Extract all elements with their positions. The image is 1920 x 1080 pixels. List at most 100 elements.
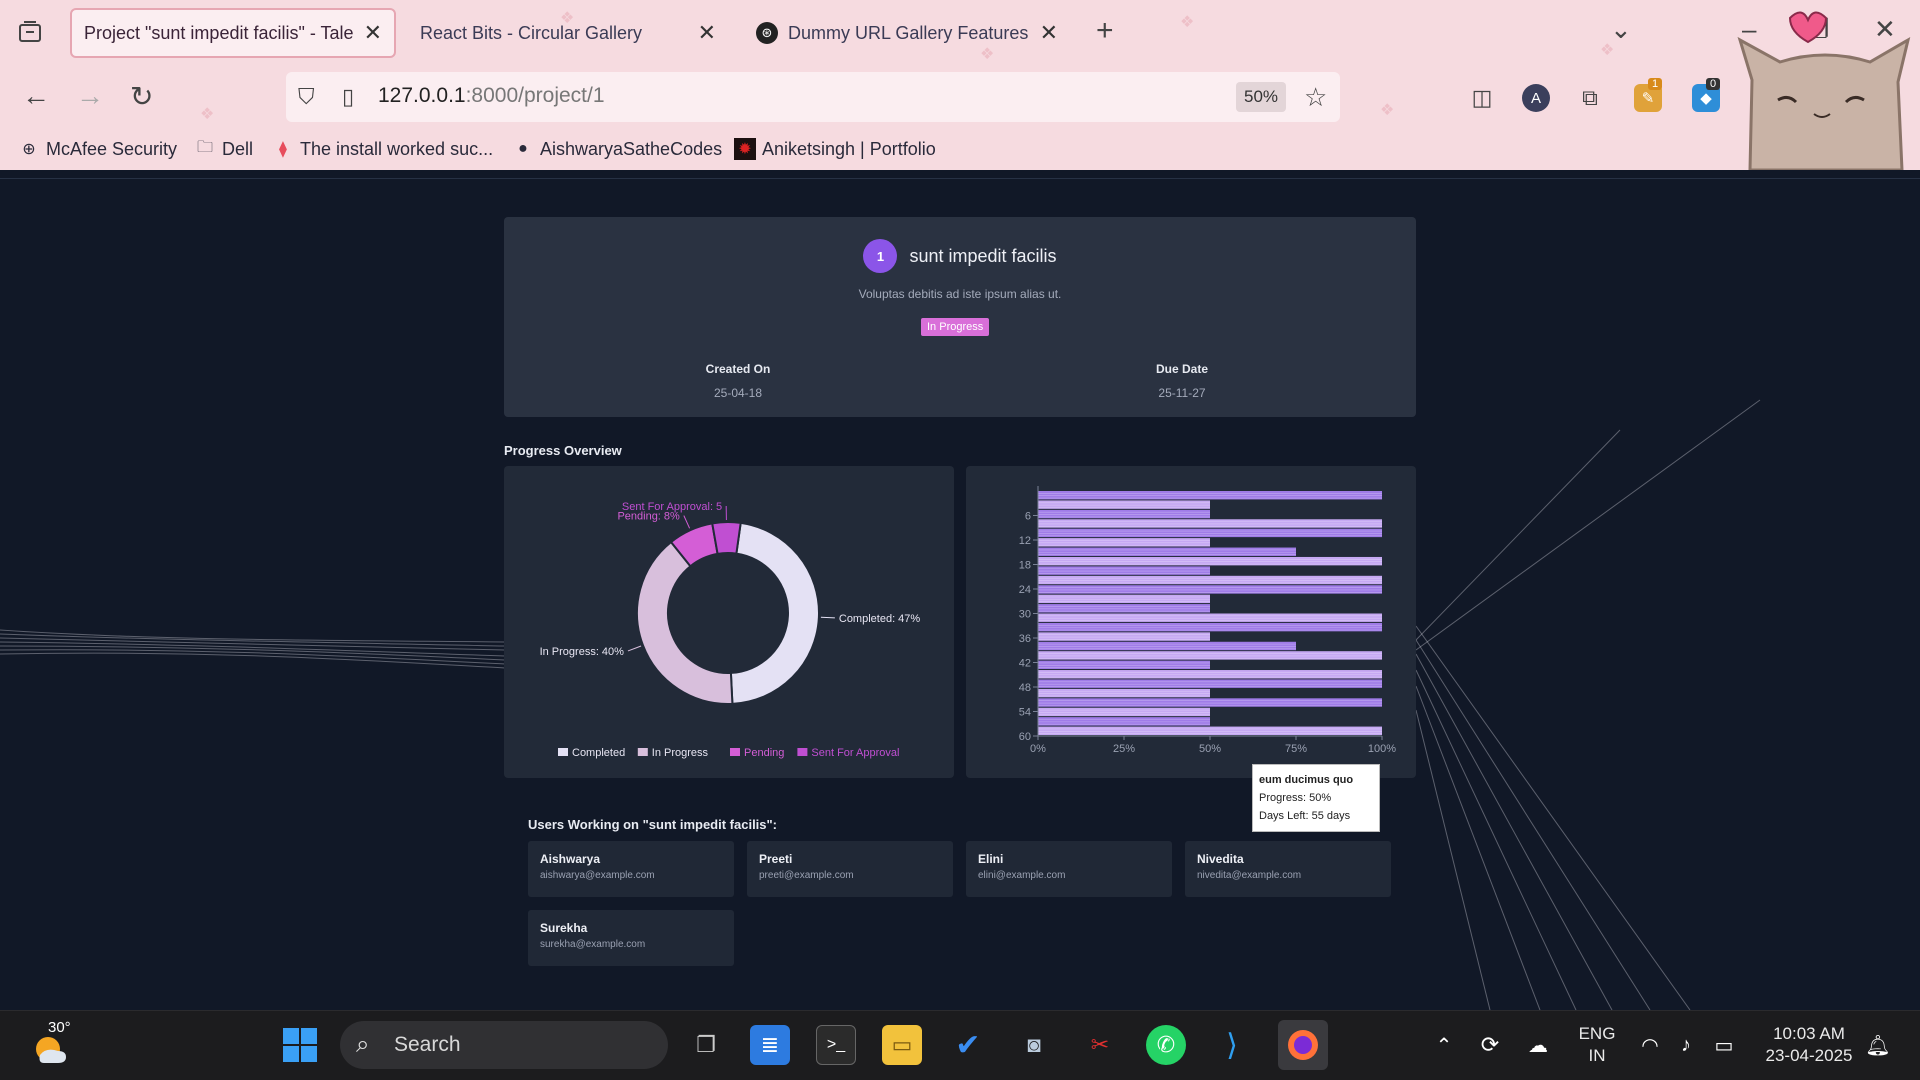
chevron-down-icon[interactable]: ⌄	[1610, 14, 1632, 45]
language-indicator[interactable]: ENG IN	[1570, 1023, 1624, 1067]
due-date-block: Due Date 25-11-27	[1102, 362, 1262, 400]
zoom-indicator[interactable]: 50%	[1236, 82, 1287, 112]
close-icon[interactable]: ✕	[698, 20, 716, 46]
reload-icon[interactable]: ↻	[130, 80, 153, 113]
progress-overview-title: Progress Overview	[504, 443, 622, 458]
y-tick-label: 12	[1019, 535, 1031, 547]
globe-icon: ⊕	[22, 141, 36, 158]
volume-icon[interactable]: ♪	[1666, 1025, 1706, 1065]
x-tick-label: 0%	[1030, 743, 1046, 755]
project-description: Voluptas debitis ad iste ipsum alias ut.	[858, 287, 1062, 301]
extensions-icon[interactable]: ⧉	[1576, 84, 1604, 112]
url-text[interactable]: 127.0.0.1:8000/project/1	[378, 84, 605, 108]
tooltip-days-left: Days Left: 55 days	[1259, 810, 1351, 822]
shield-icon[interactable]: ⛉	[298, 84, 315, 110]
chart-tooltip: eum ducimus quo Progress: 50% Days Left:…	[1252, 764, 1380, 832]
due-date-label: Due Date	[1155, 362, 1208, 376]
x-tick-label: 75%	[1285, 743, 1307, 755]
file-explorer-icon[interactable]: ▭	[882, 1025, 922, 1065]
bookmark-label: Aniketsingh | Portfolio	[762, 138, 936, 159]
temperature: 30°	[48, 1019, 71, 1036]
project-card: 1 sunt impedit facilis Voluptas debitis …	[504, 217, 1416, 417]
tab-project[interactable]: Project "sunt impedit facilis" - Talent …	[70, 8, 396, 58]
y-tick-label: 48	[1019, 682, 1031, 694]
x-tick-label: 100%	[1368, 743, 1396, 755]
task-view-icon[interactable]: ❐	[686, 1025, 726, 1065]
legend-swatch	[730, 748, 740, 756]
wifi-icon[interactable]: ◠	[1630, 1025, 1670, 1065]
y-tick-label: 24	[1019, 584, 1031, 596]
user-name: Surekha	[540, 921, 588, 935]
bookmark-github[interactable]: ● AishwaryaSatheCodes	[512, 138, 722, 160]
user-card[interactable]: Surekha surekha@example.com	[528, 910, 734, 966]
x-tick-label: 50%	[1199, 743, 1221, 755]
tab-title: React Bits - Circular Gallery	[420, 22, 643, 43]
legend-swatch	[558, 748, 568, 756]
x-tick-label: 25%	[1113, 743, 1135, 755]
tab-dummy-gallery[interactable]: ⊛ Dummy URL Gallery Features ✕	[744, 8, 1070, 58]
tab-react-bits[interactable]: React Bits - Circular Gallery ✕	[408, 8, 728, 58]
new-tab-icon[interactable]: +	[1096, 14, 1114, 48]
clock-time: 10:03 AM	[1773, 1024, 1845, 1043]
battery-icon[interactable]: ▭	[1704, 1025, 1744, 1065]
y-tick-label: 36	[1019, 633, 1031, 645]
star-icon[interactable]: ☆	[1304, 82, 1327, 113]
page-icon: ▯	[342, 84, 355, 109]
slice-label: Completed: 47%	[839, 613, 921, 625]
legend-label: Sent For Approval	[811, 747, 899, 759]
project-title: sunt impedit facilis	[909, 245, 1057, 266]
taskbar-search[interactable]: ⌕ Search	[340, 1021, 668, 1069]
user-email: aishwarya@example.com	[540, 870, 655, 881]
donut-chart: Completed: 47%In Progress: 40%Pending: 8…	[540, 501, 921, 759]
tab-title: Project "sunt impedit facilis" - Talent	[84, 22, 354, 43]
user-card[interactable]: Aishwarya aishwarya@example.com	[528, 841, 734, 897]
bookmark-label: McAfee Security	[46, 138, 178, 159]
search-icon: ⌕	[356, 1031, 370, 1058]
chevron-up-icon[interactable]: ⌃	[1424, 1025, 1464, 1065]
bookmark-portfolio[interactable]: ✹ Aniketsingh | Portfolio	[734, 138, 936, 160]
bookmark-install[interactable]: ⧫ The install worked suc...	[272, 138, 493, 160]
close-icon[interactable]: ✕	[364, 20, 382, 46]
user-email: surekha@example.com	[540, 939, 646, 950]
legend-label: Completed	[572, 747, 625, 759]
slice-label: Sent For Approval: 5	[622, 501, 722, 513]
search-placeholder: Search	[394, 1033, 461, 1056]
bookmarks-bar: ⊕ McAfee Security 🗀 Dell ⧫ The install work…	[0, 132, 1920, 166]
bookmark-dell[interactable]: 🗀 Dell	[194, 138, 253, 160]
terminal-icon[interactable]: >_	[816, 1025, 856, 1065]
user-card[interactable]: Preeti preeti@example.com	[747, 841, 953, 897]
snipping-tool-icon[interactable]: ✂	[1080, 1025, 1120, 1065]
profile-avatar[interactable]: A	[1522, 84, 1550, 112]
notepad-icon[interactable]: ≣	[750, 1025, 790, 1065]
close-icon[interactable]: ✕	[1040, 20, 1058, 46]
slice-label-leader	[683, 515, 691, 529]
whatsapp-icon[interactable]: ✆	[1146, 1025, 1186, 1065]
todo-icon[interactable]: ✔	[948, 1025, 988, 1065]
notification-bell-icon[interactable]: 🔔︎	[1858, 1025, 1898, 1065]
firefox-icon[interactable]	[1278, 1020, 1328, 1070]
created-on-value: 25-04-18	[713, 386, 763, 400]
user-email: preeti@example.com	[759, 870, 854, 881]
clock[interactable]: 10:03 AM 23-04-2025	[1754, 1023, 1864, 1067]
weather-widget[interactable]: 30°	[30, 1019, 72, 1072]
project-number-badge: 1	[863, 239, 898, 273]
vscode-icon[interactable]: ⟩	[1212, 1025, 1252, 1065]
y-tick-label: 18	[1019, 560, 1031, 572]
tooltip-title: eum ducimus quo	[1259, 774, 1354, 786]
camera-icon[interactable]: ◙	[1014, 1025, 1054, 1065]
url-bar[interactable]: ⛉ ▯ 127.0.0.1:8000/project/1 50% ☆	[286, 72, 1340, 122]
forward-icon[interactable]: →	[76, 80, 104, 112]
back-icon[interactable]: ←	[22, 80, 50, 112]
sync-icon[interactable]: ⟳	[1470, 1025, 1510, 1065]
bar-chart: 6 12 18 24 30 36 42 48 54 600% 25% 50% 75% 100%	[1019, 486, 1396, 755]
tab-list-icon[interactable]	[16, 18, 44, 46]
y-tick-label: 54	[1019, 707, 1031, 719]
onedrive-icon[interactable]: ☁	[1518, 1025, 1558, 1065]
slice-label: In Progress: 40%	[540, 646, 625, 658]
user-card[interactable]: Elini elini@example.com	[966, 841, 1172, 897]
bookmark-mcafee[interactable]: ⊕ McAfee Security	[18, 138, 177, 160]
user-card[interactable]: Nivedita nivedita@example.com	[1185, 841, 1391, 897]
tab-title: Dummy URL Gallery Features	[788, 22, 1029, 43]
pocket-icon[interactable]: ◫	[1468, 84, 1496, 112]
windows-start-icon[interactable]	[280, 1025, 320, 1065]
